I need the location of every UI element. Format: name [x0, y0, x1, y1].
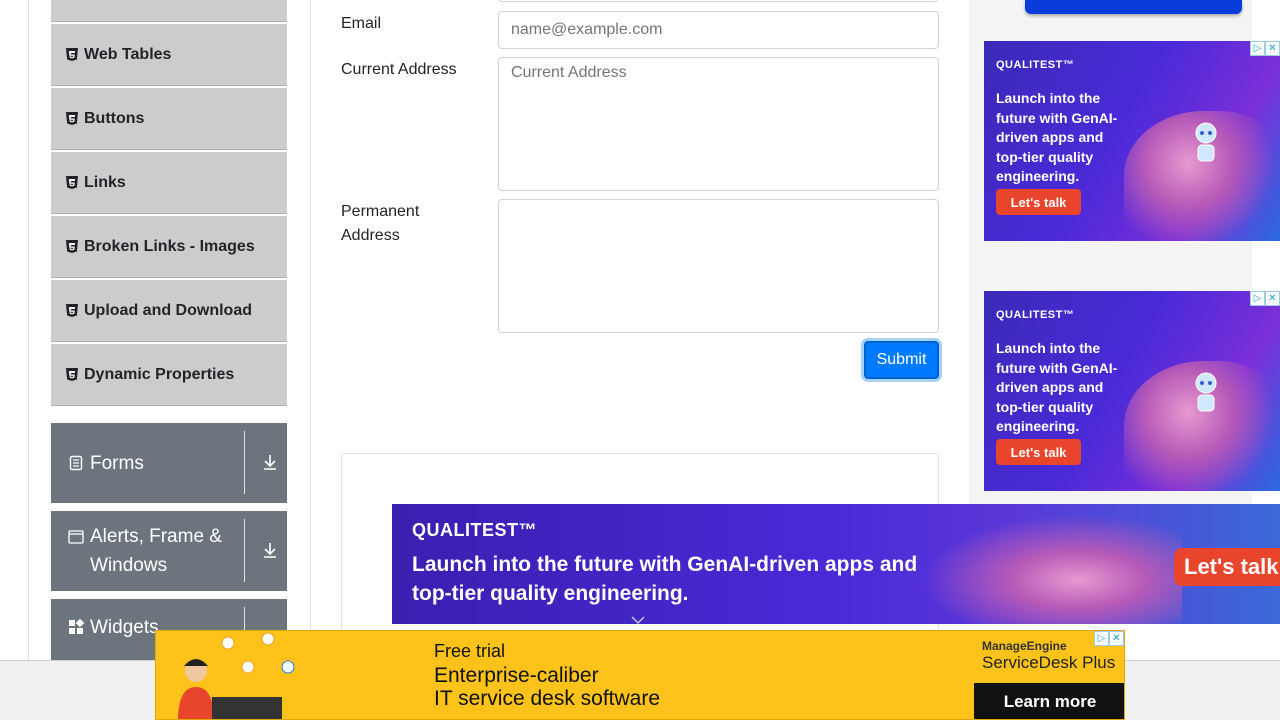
sidebar-item-label: Buttons [84, 109, 145, 127]
permanent-address-label: Permanent Address [341, 203, 420, 244]
robot-icon [1195, 372, 1217, 412]
email-field[interactable] [498, 11, 939, 49]
side-ad-2[interactable]: QUALITEST™ Launch into the future with G… [984, 291, 1280, 491]
ad-brand: QUALITEST™ [996, 309, 1075, 321]
divider [244, 431, 245, 494]
ad-line-1: Free trial [434, 641, 506, 661]
html5-icon [66, 304, 78, 317]
ad-info-icon[interactable]: ▷ [1250, 291, 1265, 306]
ad-copy: Launch into the future with GenAI-driven… [996, 90, 1118, 184]
ad-info-icon[interactable]: ▷ [1094, 631, 1109, 646]
ad-logo-top: ManageEngine [982, 639, 1067, 653]
ad-cta-button[interactable]: Let's talk [996, 189, 1081, 215]
close-icon[interactable]: ✕ [1265, 41, 1280, 56]
close-icon[interactable]: ✕ [1265, 291, 1280, 306]
sidebar-item-label: Upload and Download [84, 301, 252, 319]
ad-logo-name: ServiceDesk Plus [982, 653, 1116, 672]
ad-copy: Launch into the future with GenAI-driven… [996, 340, 1118, 434]
group-header-forms[interactable]: Forms [51, 423, 287, 503]
sidebar-item-buttons[interactable]: Buttons [51, 88, 287, 150]
html5-icon [66, 112, 78, 125]
widgets-icon [68, 618, 85, 635]
bottom-ad[interactable]: Free trial Enterprise-caliber IT service… [155, 630, 1125, 720]
html5-icon [66, 176, 78, 189]
ad-copy: Launch into the future with GenAI-driven… [412, 553, 918, 605]
ad-choices[interactable]: ▷ ✕ [1094, 631, 1124, 646]
document-icon [68, 455, 84, 471]
sidebar-item-upload-download[interactable]: Upload and Download [51, 280, 287, 342]
group-label: Alerts, Frame & Windows [90, 526, 222, 576]
sidebar-item-label: Links [84, 173, 126, 191]
ad-line-2: Enterprise-caliber [434, 664, 599, 687]
close-icon[interactable]: ✕ [1109, 631, 1124, 646]
ad-button[interactable] [1025, 0, 1242, 14]
sidebar-item-web-tables[interactable]: Web Tables [51, 24, 287, 86]
html5-icon [66, 48, 78, 61]
sidebar-item-broken-links[interactable]: Broken Links - Images [51, 216, 287, 278]
page: Web Tables Buttons Links Broken Links - … [0, 0, 1280, 720]
submit-button[interactable]: Submit [864, 341, 939, 379]
ad-cta-button[interactable]: Let's talk [996, 439, 1081, 465]
sidebar-item-links[interactable]: Links [51, 152, 287, 214]
html5-icon [66, 240, 78, 253]
sidebar-item-label: Dynamic Properties [84, 365, 235, 383]
window-icon [68, 529, 84, 545]
robot-icon [1195, 122, 1217, 162]
divider [244, 519, 245, 582]
ad-illustration [922, 514, 1182, 624]
sidebar-item-label: Broken Links - Images [84, 237, 255, 255]
ad-choices[interactable]: ▷ ✕ [1250, 41, 1280, 56]
sidebar-item-previous[interactable] [51, 0, 287, 22]
html5-icon [66, 368, 78, 381]
sidebar-item-dynamic-properties[interactable]: Dynamic Properties [51, 344, 287, 406]
email-label: Email [341, 15, 382, 32]
name-field[interactable] [498, 0, 939, 2]
download-arrow-icon[interactable] [261, 541, 279, 559]
current-address-label: Current Address [341, 61, 457, 78]
ad-info-icon[interactable]: ▷ [1250, 41, 1265, 56]
left-sidebar: Web Tables Buttons Links Broken Links - … [28, 0, 311, 720]
permanent-address-field[interactable] [498, 199, 939, 333]
chevron-down-icon[interactable] [630, 614, 646, 626]
group-label: Forms [90, 452, 144, 474]
banner-ad[interactable]: QUALITEST™ Launch into the future with G… [392, 504, 1280, 624]
ad-choices[interactable]: ▷ ✕ [1250, 291, 1280, 306]
group-header-alerts[interactable]: Alerts, Frame & Windows [51, 511, 287, 591]
learn-more-button[interactable]: Learn more [974, 683, 1124, 719]
side-ad-1[interactable]: QUALITEST™ Launch into the future with G… [984, 41, 1280, 241]
sidebar-item-label: Web Tables [84, 45, 172, 63]
ad-brand: QUALITEST™ [996, 59, 1075, 71]
ad-illustration [178, 632, 295, 719]
current-address-field[interactable] [498, 57, 939, 191]
download-arrow-icon[interactable] [261, 453, 279, 471]
ad-line-3: IT service desk software [434, 687, 661, 710]
ad-brand: QUALITEST™ [412, 520, 537, 540]
ad-cta-button[interactable]: Let's talk [1174, 548, 1280, 586]
